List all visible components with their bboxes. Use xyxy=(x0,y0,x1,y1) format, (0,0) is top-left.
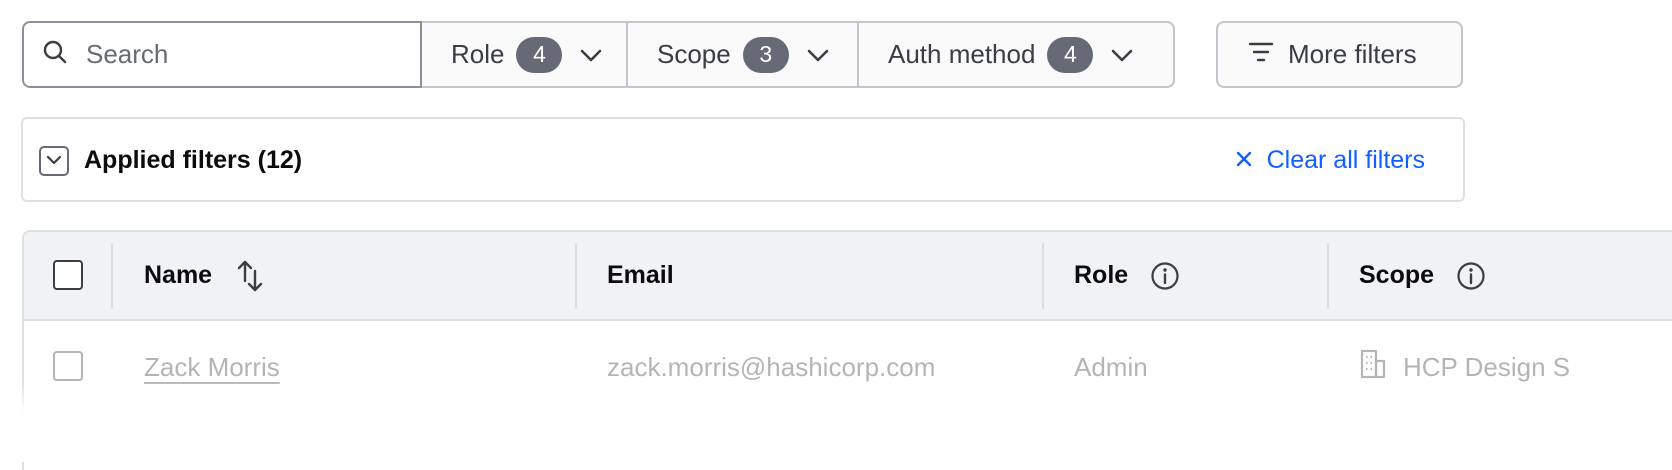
column-header-email-label: Email xyxy=(607,261,674,289)
filter-lines-icon xyxy=(1248,39,1288,70)
column-header-role: Role xyxy=(1074,232,1180,319)
column-header-role-label: Role xyxy=(1074,261,1129,289)
column-header-name[interactable]: Name xyxy=(144,232,264,319)
more-filters-label: More filters xyxy=(1288,39,1417,69)
auth-method-filter-count-badge: 4 xyxy=(1047,36,1094,73)
bottom-fade-overlay xyxy=(0,380,1672,462)
applied-filters-panel: Applied filters (12) Clear all filters xyxy=(21,117,1465,202)
search-input[interactable] xyxy=(84,38,384,71)
user-scope: HCP Design S xyxy=(1403,351,1571,382)
role-filter-dropdown[interactable]: Role 4 xyxy=(422,21,628,88)
more-filters-button[interactable]: More filters xyxy=(1216,21,1463,88)
column-divider xyxy=(111,243,113,309)
auth-method-filter-dropdown[interactable]: Auth method 4 xyxy=(859,21,1175,88)
scope-filter-label: Scope xyxy=(657,39,731,69)
table-header: Name Email Role Scope xyxy=(24,232,1672,321)
info-icon[interactable] xyxy=(1456,261,1486,291)
column-header-email: Email xyxy=(607,232,674,319)
clear-all-filters-button[interactable]: Clear all filters xyxy=(1235,146,1425,175)
chevron-down-icon xyxy=(580,39,602,70)
column-divider xyxy=(1327,243,1329,309)
column-header-name-label: Name xyxy=(144,261,213,289)
select-all-checkbox[interactable] xyxy=(53,260,83,290)
column-divider xyxy=(1042,243,1044,309)
scope-filter-count-badge: 3 xyxy=(742,36,789,73)
user-role: Admin xyxy=(1074,351,1148,382)
clear-all-filters-label: Clear all filters xyxy=(1266,146,1425,174)
row-checkbox[interactable] xyxy=(53,351,83,381)
info-icon[interactable] xyxy=(1150,261,1180,291)
chevron-down-icon xyxy=(1111,39,1133,70)
sort-icon[interactable] xyxy=(236,259,264,293)
search-icon xyxy=(42,39,68,70)
filter-bar: Role 4 Scope 3 Auth method 4 xyxy=(22,21,1175,88)
user-email: zack.morris@hashicorp.com xyxy=(607,351,936,382)
applied-filters-toggle[interactable] xyxy=(39,146,69,176)
applied-filters-title: Applied filters (12) xyxy=(84,146,303,174)
column-header-scope: Scope xyxy=(1359,232,1486,319)
column-header-scope-label: Scope xyxy=(1359,261,1435,289)
column-divider xyxy=(575,243,577,309)
close-icon xyxy=(1235,146,1267,175)
search-box[interactable] xyxy=(22,21,422,88)
chevron-down-icon xyxy=(807,39,829,70)
role-filter-count-badge: 4 xyxy=(516,36,563,73)
scope-filter-dropdown[interactable]: Scope 3 xyxy=(628,21,859,88)
role-filter-label: Role xyxy=(451,39,505,69)
auth-method-filter-label: Auth method xyxy=(888,39,1036,69)
user-name-link[interactable]: Zack Morris xyxy=(144,352,280,383)
chevron-down-icon xyxy=(46,152,62,170)
